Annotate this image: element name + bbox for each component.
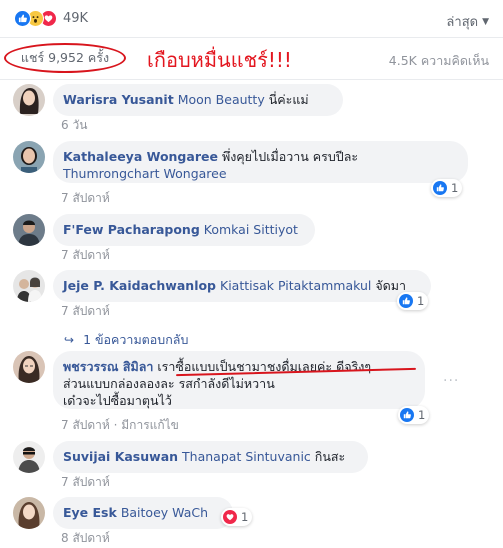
reaction-count: 1 — [417, 294, 425, 308]
comment-bubble: F'Few Pacharapong Komkai Sittiyot — [53, 214, 315, 246]
comment-bubble: Eye Esk Baitoey WaCh — [53, 497, 233, 529]
reaction-count: 1 — [418, 408, 426, 422]
more-options-icon[interactable]: ··· — [443, 373, 459, 389]
annotation-text: เกือบหมื่นแชร์!!! — [147, 48, 292, 72]
comment-mention[interactable]: Moon Beautty — [178, 92, 265, 107]
comment-time[interactable]: 8 สัปดาห์ — [61, 529, 110, 548]
comment-time[interactable]: 7 สัปดาห์ — [61, 189, 110, 208]
comment-time[interactable]: 7 สัปดาห์ — [61, 302, 110, 321]
avatar[interactable] — [13, 84, 45, 116]
comment-reactions[interactable]: 1 — [221, 508, 253, 526]
reaction-count: 49K — [63, 11, 89, 26]
comment-count[interactable]: 4.5K ความคิดเห็น — [389, 51, 489, 71]
avatar[interactable] — [13, 141, 45, 173]
like-icon — [399, 294, 413, 308]
reaction-count: 1 — [241, 510, 249, 524]
comment-mention[interactable]: Komkai Sittiyot — [204, 222, 298, 237]
comment-reactions[interactable]: 1 — [398, 406, 430, 424]
comment-reactions[interactable]: 1 — [431, 179, 463, 197]
comment-item: Kathaleeya Wongaree พึ่งคุยไปเมื่อวาน ครบ… — [13, 141, 493, 209]
comment-mention[interactable]: Baitoey WaCh — [121, 505, 208, 520]
comment-bubble: Kathaleeya Wongaree พึ่งคุยไปเมื่อวาน ครบ… — [53, 141, 468, 183]
comment-author[interactable]: Jeje P. Kaidachwanlop — [63, 278, 216, 293]
sort-label: ล่าสุด — [446, 15, 479, 30]
view-replies-link[interactable]: ↪ 1 ข้อความตอบกลับ — [64, 330, 188, 350]
comment-item: Suvijai Kasuwan Thanapat Sintuvanic กินสะ… — [13, 441, 493, 491]
comment-text: กินสะ — [310, 449, 346, 464]
like-icon — [14, 10, 31, 27]
comment-bubble: Warisra Yusanit Moon Beautty นี่ค่ะแม่ — [53, 84, 343, 116]
comment-author[interactable]: Suvijai Kasuwan — [63, 449, 178, 464]
reaction-count: 1 — [451, 181, 459, 195]
share-count[interactable]: แชร์ 9,952 ครั้ง — [4, 43, 126, 73]
comment-bubble: Jeje P. Kaidachwanlop Kiattisak Pitaktamm… — [53, 270, 431, 302]
comment-item: F'Few Pacharapong Komkai Sittiyot 7 สัปดา… — [13, 214, 493, 264]
comment-author[interactable]: Kathaleeya Wongaree — [63, 149, 218, 164]
avatar[interactable] — [13, 351, 45, 383]
comment-item: Warisra Yusanit Moon Beautty นี่ค่ะแม่ 6 … — [13, 84, 493, 134]
comment-bubble: พชรวรรณ สิมิลา เราซื้อแบบเป็นชามาชงดื่มเล… — [53, 351, 425, 409]
avatar[interactable] — [13, 270, 45, 302]
comment-time[interactable]: 7 สัปดาห์ — [61, 473, 110, 492]
comment-time[interactable]: 7 สัปดาห์ — [61, 246, 110, 265]
comment-text: เด๋วจะไปซื้อมาตุนไว้ — [63, 393, 172, 408]
comment-mention[interactable]: Kiattisak Pitaktammakul — [220, 278, 371, 293]
comment-author[interactable]: F'Few Pacharapong — [63, 222, 200, 237]
replies-label: 1 ข้อความตอบกลับ — [83, 332, 189, 347]
comment-mention[interactable]: Thanapat Sintuvanic — [182, 449, 311, 464]
avatar[interactable] — [13, 497, 45, 529]
like-icon — [400, 408, 414, 422]
comment-time[interactable]: 7 สัปดาห์ · มีการแก้ไข — [61, 416, 179, 435]
comment-text: นี่ค่ะแม่ — [264, 92, 309, 107]
comment-time[interactable]: 6 วัน — [61, 116, 87, 135]
love-icon — [223, 510, 237, 524]
avatar[interactable] — [13, 214, 45, 246]
comment-item: Jeje P. Kaidachwanlop Kiattisak Pitaktamm… — [13, 270, 493, 320]
sort-dropdown[interactable]: ล่าสุด ▼ — [446, 11, 489, 32]
comment-item: Eye Esk Baitoey WaCh 8 สัปดาห์ 1 — [13, 497, 493, 547]
comment-reactions[interactable]: 1 — [397, 292, 429, 310]
comment-author[interactable]: Warisra Yusanit — [63, 92, 174, 107]
comment-author[interactable]: พชรวรรณ สิมิลา — [63, 359, 153, 374]
avatar[interactable] — [13, 441, 45, 473]
comment-text: ส่วนแบบกล่องลองละ รสกำลังดีไม่หวาน — [63, 376, 275, 391]
reactions-bar: 49K ล่าสุด ▼ — [0, 0, 503, 38]
chevron-down-icon: ▼ — [482, 16, 489, 27]
reply-arrow-icon: ↪ — [64, 333, 75, 347]
comment-author[interactable]: Eye Esk — [63, 505, 117, 520]
comment-text: จัดมา — [371, 278, 407, 293]
stats-bar: แชร์ 9,952 ครั้ง เกือบหมื่นแชร์!!! 4.5K … — [0, 38, 503, 80]
comment-bubble: Suvijai Kasuwan Thanapat Sintuvanic กินสะ — [53, 441, 368, 473]
comment-item: พชรวรรณ สิมิลา เราซื้อแบบเป็นชามาชงดื่มเล… — [13, 351, 493, 433]
comment-text: พึ่งคุยไปเมื่อวาน ครบปีละ — [221, 149, 359, 164]
reaction-summary[interactable]: 49K — [14, 10, 88, 27]
comment-mention[interactable]: Thumrongchart Wongaree — [63, 165, 458, 182]
like-icon — [433, 181, 447, 195]
